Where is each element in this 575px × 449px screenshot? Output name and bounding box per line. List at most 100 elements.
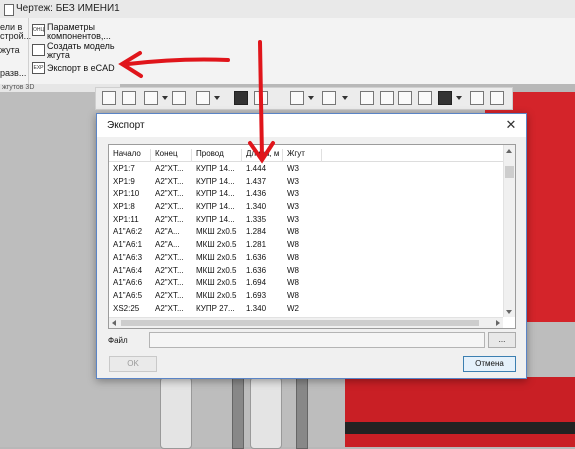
table-cell: W8 [287,227,299,237]
filter-icon[interactable] [438,91,452,105]
ok-button[interactable]: OK [109,356,157,372]
toolbar-button[interactable] [102,91,116,105]
cable-gland [250,377,282,449]
chevron-down-icon[interactable] [308,96,314,100]
cube-icon[interactable] [234,91,248,105]
table-cell: 1.335 [246,214,267,224]
table-cell: W8 [287,240,299,250]
table-cell: КУПР 27... [196,303,235,313]
camera-icon[interactable] [322,91,336,105]
table-cell: A1"A6:4 [113,265,143,275]
toolbar-button[interactable] [254,91,268,105]
column-divider[interactable] [191,149,192,162]
eye-icon[interactable] [290,91,304,105]
table-body: XP1:7 A2"XT... КУПР 14... 1.444 W3 XP1:9 A2"XT… [109,163,503,315]
toolbar-button[interactable] [470,91,484,105]
harness-model-icon [32,44,45,56]
close-icon[interactable]: ✕ [504,117,518,133]
table-cell: 1.693 [246,290,267,300]
ribbon-fragment[interactable]: строй... [0,31,31,41]
table-cell: A2"XT... [155,214,184,224]
column-header-end[interactable]: Конец [155,149,178,158]
toolbar-button[interactable] [380,91,394,105]
table-cell: 1.284 [246,227,267,237]
table-cell: W8 [287,290,299,300]
table-cell: A1"A6:2 [113,227,143,237]
table-cell: 1.436 [246,189,267,199]
table-row[interactable]: XP1:10 A2"XT... КУПР 14... 1.436 W3 [109,188,503,201]
table-row[interactable]: XS2:25 A2"XT... КУПР 27... 1.340 W2 [109,303,503,316]
table-cell: XP1:10 [113,189,140,199]
table-row[interactable]: XP1:7 A2"XT... КУПР 14... 1.444 W3 [109,163,503,176]
table-cell: A2"XT... [155,290,184,300]
cancel-button[interactable]: Отмена [463,356,516,372]
table-cell: МКШ 2x0.5 [196,227,237,237]
scroll-down-icon[interactable] [506,310,512,314]
toolbar-button[interactable] [122,91,136,105]
table-row[interactable]: A1"A6:2 A2"A... МКШ 2x0.5 1.284 W8 [109,226,503,239]
column-divider[interactable] [241,149,242,162]
table-row[interactable]: XP1:9 A2"XT... КУПР 14... 1.437 W3 [109,176,503,189]
ribbon-left-cutoff: ели в строй... жута разв... [0,18,31,84]
axis-icon[interactable] [196,91,210,105]
column-header-length[interactable]: Длина, м [246,149,279,158]
dialog-title-bar[interactable]: Экспорт ✕ [97,114,526,137]
toolbar-button[interactable] [490,91,504,105]
table-cell: XP1:8 [113,202,135,212]
vertical-scrollbar[interactable] [503,145,515,317]
table-header: Начало Конец Провод Длина, м Жгут [109,147,503,162]
export-dialog: Экспорт ✕ Начало Конец Провод Длина, м Ж… [96,113,527,379]
table-row[interactable]: A1"A6:1 A2"A... МКШ 2x0.5 1.281 W8 [109,239,503,252]
scroll-thumb[interactable] [121,320,479,326]
table-cell: МКШ 2x0.5 [196,252,237,262]
table-cell: 1.636 [246,265,267,275]
column-header-start[interactable]: Начало [113,149,141,158]
export-icon: EXP [32,62,45,74]
toolbar-button[interactable] [360,91,374,105]
table-cell: 1.340 [246,303,267,313]
column-divider[interactable] [321,149,322,162]
table-cell: W2 [287,303,299,313]
column-divider[interactable] [150,149,151,162]
table-row[interactable]: A1"A6:3 A2"XT... МКШ 2x0.5 1.636 W8 [109,252,503,265]
column-divider[interactable] [282,149,283,162]
chevron-down-icon[interactable] [456,96,462,100]
ribbon-fragment[interactable]: разв... [0,68,26,78]
window-title: Чертеж: БЕЗ ИМЕНИ1 [16,3,120,14]
table-cell: A2"XT... [155,265,184,275]
table-row[interactable]: A1"A6:6 A2"XT... МКШ 2x0.5 1.694 W8 [109,277,503,290]
table-cell: 1.636 [246,252,267,262]
chevron-down-icon[interactable] [162,96,168,100]
table-cell: W8 [287,265,299,275]
column-header-harness[interactable]: Жгут [287,149,305,158]
table-cell: МКШ 2x0.5 [196,265,237,275]
scroll-thumb[interactable] [505,166,514,178]
scroll-up-icon[interactable] [506,149,512,153]
column-header-wire[interactable]: Провод [196,149,224,158]
browse-button[interactable]: ... [488,332,516,348]
table-row[interactable]: A1"A6:4 A2"XT... МКШ 2x0.5 1.636 W8 [109,265,503,278]
table-row[interactable]: XP1:11 A2"XT... КУПР 14... 1.335 W3 [109,214,503,227]
table-cell: A2"A... [155,240,180,250]
file-label: Файл [108,336,128,345]
cabinet-part [345,377,575,447]
chevron-down-icon[interactable] [214,96,220,100]
table-cell: КУПР 14... [196,202,235,212]
table-cell: A2"XT... [155,202,184,212]
zoom-icon[interactable] [144,91,158,105]
toolbar-button[interactable] [418,91,432,105]
toolbar-button[interactable] [398,91,412,105]
export-table[interactable]: Начало Конец Провод Длина, м Жгут XP1:7 A… [108,144,516,329]
horizontal-scrollbar[interactable] [109,317,503,328]
chevron-down-icon[interactable] [342,96,348,100]
table-cell: A1"A6:1 [113,240,143,250]
table-row[interactable]: A1"A6:5 A2"XT... МКШ 2x0.5 1.693 W8 [109,290,503,303]
scroll-right-icon[interactable] [496,320,500,326]
table-cell: 1.694 [246,278,267,288]
table-row[interactable]: XP1:8 A2"XT... КУПР 14... 1.340 W3 [109,201,503,214]
toolbar-button[interactable] [172,91,186,105]
ribbon-fragment[interactable]: жута [0,45,20,55]
scroll-left-icon[interactable] [112,320,116,326]
component-params-icon: ОНЦ [32,24,45,36]
file-path-input[interactable] [149,332,485,348]
